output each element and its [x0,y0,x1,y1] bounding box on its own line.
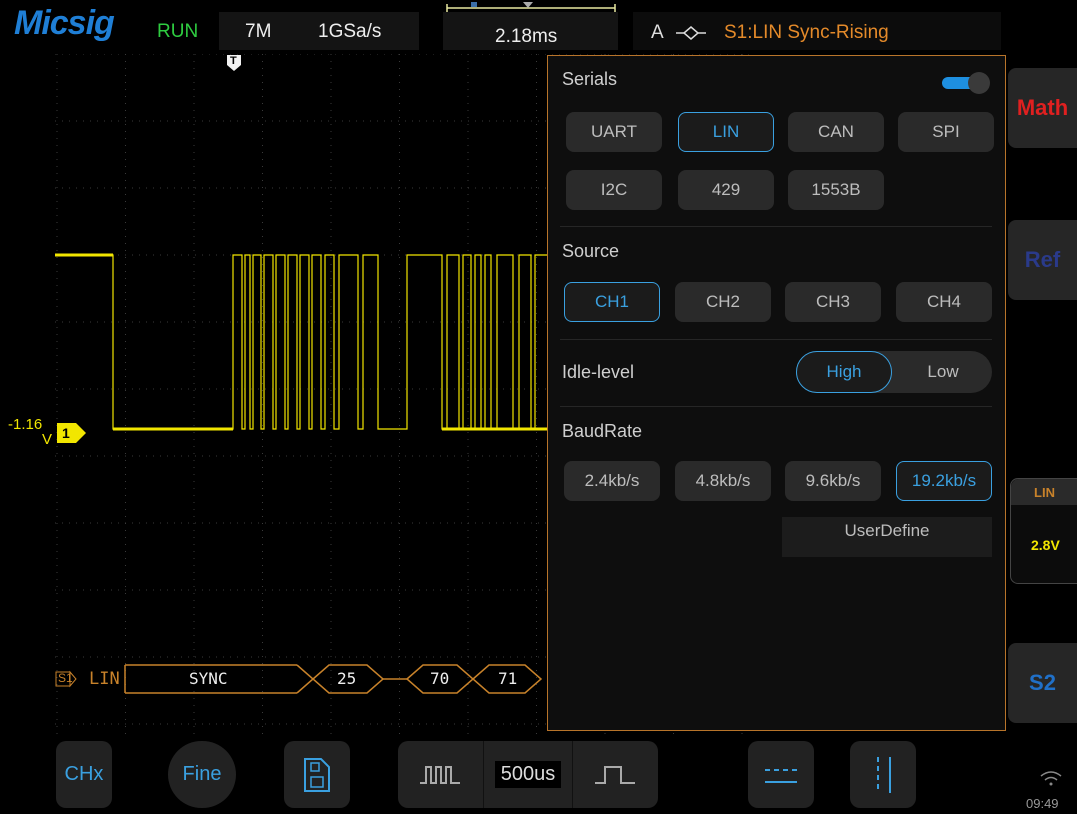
fine-button[interactable]: Fine [168,741,236,808]
ref-button[interactable]: Ref [1008,220,1077,300]
baud-19-2-button[interactable]: 19.2kb/s [896,461,992,501]
decode-field-2: 70 [430,669,450,688]
ch1-marker-label: 1 [62,425,70,441]
acquisition-info[interactable]: 7M 1GSa/s [219,12,419,50]
ch1-level-unit: V [42,431,53,448]
baud-9-6-button[interactable]: 9.6kb/s [785,461,881,501]
divider [560,339,992,340]
serial-decode-panel: Serials UART LIN CAN SPI I2C 429 1553B S… [547,55,1006,731]
timebase-increase-button[interactable] [572,741,658,808]
serials-enable-toggle[interactable] [940,70,992,94]
decode-field-sync: SYNC [189,669,228,688]
vertical-cursor-icon [877,756,891,793]
serials-title: Serials [562,69,618,89]
math-button[interactable]: Math [1008,68,1077,148]
protocol-429-button[interactable]: 429 [678,170,774,210]
timebase-position-box[interactable]: 2.18ms [443,2,618,50]
lin-threshold-value: 2.8V [1031,537,1060,553]
protocol-lin-button[interactable]: LIN [678,112,774,152]
decode-protocol-label: LIN [89,669,120,689]
ch1-lin-waveform [55,254,547,430]
trigger-edge-icon [676,24,706,47]
idle-low-option[interactable]: Low [894,351,992,393]
decode-slot-label: S1 [58,671,73,685]
baud-2-4-button[interactable]: 2.4kb/s [564,461,660,501]
save-file-icon [304,757,330,792]
s2-button[interactable]: S2 [1008,643,1077,723]
timebase-value: 500us [494,761,562,788]
protocol-spi-button[interactable]: SPI [898,112,994,152]
clock: 09:49 [1026,796,1059,811]
source-ch2-button[interactable]: CH2 [675,282,771,322]
baud-4-8-button[interactable]: 4.8kb/s [675,461,771,501]
source-ch3-button[interactable]: CH3 [785,282,881,322]
decode-field-1: 25 [337,669,357,688]
save-button[interactable] [284,741,350,808]
sample-rate: 1GSa/s [318,21,382,42]
protocol-1553b-button[interactable]: 1553B [788,170,884,210]
divider [560,226,992,227]
horizontal-cursor-icon [765,768,797,783]
timebase-position: 2.18ms [495,26,558,47]
chx-button[interactable]: CHx [56,741,112,808]
vertical-cursor-button[interactable] [850,741,916,808]
ch1-level-value: -1.16 [8,416,43,433]
micsig-logo: Micsig [14,4,115,42]
horizontal-cursor-button[interactable] [748,741,814,808]
source-ch1-button[interactable]: CH1 [564,282,660,322]
protocol-can-button[interactable]: CAN [788,112,884,152]
wide-pulse-icon [595,765,635,784]
top-status-bar: Micsig RUN 7M 1GSa/s 2.18ms A S1:LIN Syn… [0,0,1077,54]
narrow-pulse-icon [420,765,460,784]
timebase-decrease-button[interactable] [398,741,482,808]
trigger-position-marker[interactable]: T [226,54,242,77]
source-ch4-button[interactable]: CH4 [896,282,992,322]
decode-field-3: 71 [498,669,518,688]
source-title: Source [562,241,620,261]
lin-decode-bus[interactable]: S1 LIN SYNC 25 70 71 [55,664,550,694]
ch1-level-readout: -1.16 V [8,417,52,447]
divider [560,406,992,407]
baudrate-title: BaudRate [562,421,643,441]
idle-level-segmented[interactable]: High Low [796,351,992,393]
trigger-channel: A [651,22,664,43]
lin-threshold-label: LIN [1011,479,1077,505]
trigger-description: S1:LIN Sync-Rising [724,22,889,43]
wifi-icon [1040,770,1062,791]
decode-bus-shapes [55,664,543,694]
lin-threshold-box[interactable]: LIN 2.8V [1010,478,1077,584]
ch1-offset-marker[interactable]: 1 [56,422,88,449]
trigger-marker-label: T [230,55,237,67]
idle-level-title: Idle-level [562,362,635,382]
baud-user-define[interactable]: UserDefine [782,517,992,557]
memory-position-bar [446,2,616,12]
protocol-uart-button[interactable]: UART [566,112,662,152]
run-state[interactable]: RUN [157,21,198,43]
memory-depth: 7M [245,21,272,42]
idle-high-option[interactable]: High [796,351,892,393]
protocol-i2c-button[interactable]: I2C [566,170,662,210]
timebase-value-box[interactable]: 500us [483,741,573,808]
